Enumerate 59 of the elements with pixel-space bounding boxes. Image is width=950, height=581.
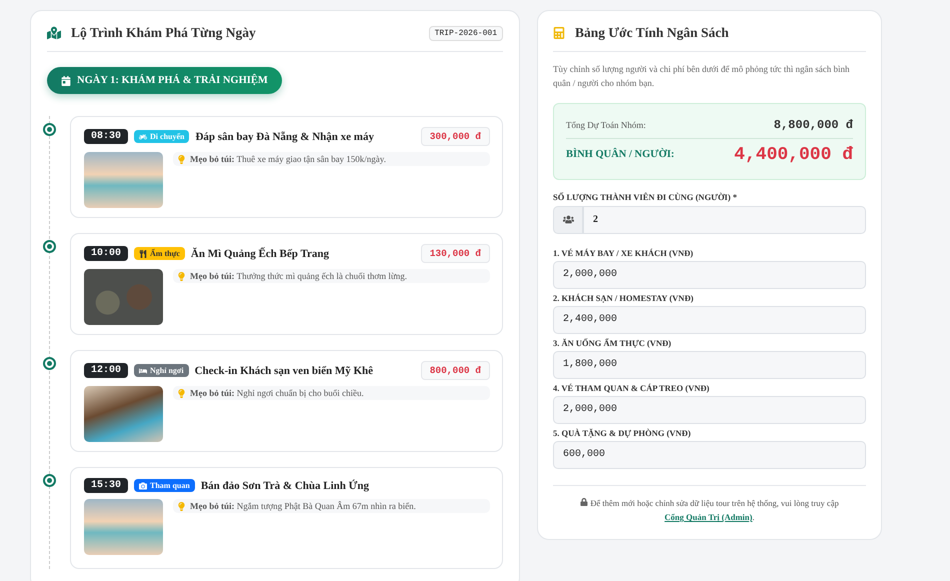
field-label: 4. VÉ THAM QUAN & CÁP TREO (VNĐ)	[553, 382, 710, 393]
day-label: NGÀY 1: KHÁM PHÁ & TRẢI NGHIỆM	[77, 75, 268, 86]
lightbulb-icon	[177, 388, 186, 398]
tip-text: Mẹo bỏ túi: Nghỉ ngơi chuẩn bị cho buổi chiều.	[190, 388, 364, 398]
activity-time: 08:30	[84, 129, 128, 144]
panel-title: Bảng Ước Tính Ngân Sách	[575, 25, 730, 41]
activity-price: 130,000 đ	[420, 244, 490, 263]
activity-price: 300,000 đ	[420, 127, 490, 146]
per-person-amount: 4,400,000 đ	[734, 144, 853, 165]
lightbulb-icon	[177, 154, 186, 164]
description: Tùy chỉnh số lượng người và chi phí bên dưới để mô phỏng tức thì ngân sách bình quân / người cho nhóm bạn.	[553, 63, 850, 90]
trip-code: TRIP-2026-001	[428, 26, 503, 40]
activity-time: 10:00	[84, 246, 128, 261]
field-label: 3. ĂN UỐNG ẨM THỰC (VNĐ)	[553, 338, 672, 348]
field-label: SỐ LƯỢNG THÀNH VIÊN ĐI CÙNG (NGƯỜI) *	[553, 192, 738, 202]
category-icon	[139, 482, 148, 490]
members-input[interactable]: 2	[583, 206, 866, 234]
tip-text: Mẹo bỏ túi: Thưởng thức mì quảng ếch là chuối thơm lừng.	[190, 271, 407, 281]
activity-time: 12:00	[84, 363, 128, 378]
timeline-dot	[43, 123, 56, 136]
map-icon	[47, 26, 61, 40]
activity-title: Bán đảo Sơn Trà & Chùa Linh Ứng	[200, 480, 370, 492]
calendar-icon	[61, 76, 71, 86]
category-icon	[139, 366, 148, 374]
timeline-dot	[43, 474, 56, 487]
category-icon	[139, 132, 148, 140]
total-label: Tổng Dự Toán Nhóm:	[566, 120, 646, 130]
cost-input[interactable]: 2,000,000	[553, 260, 866, 289]
admin-link[interactable]: Cổng Quản Trị (Admin)	[664, 512, 752, 522]
tip-text: Mẹo bỏ túi: Ngắm tượng Phật Bà Quan Âm 67m nhìn ra biển.	[190, 501, 416, 511]
category-tag: Tham quan	[134, 479, 195, 492]
cost-input[interactable]: 2,000,000	[553, 396, 866, 424]
lightbulb-icon	[177, 502, 186, 510]
activity-title: Ăn Mì Quảng Ếch Bếp Trang	[190, 248, 330, 260]
lightbulb-icon	[177, 272, 186, 280]
field-label: 1. VÉ MÁY BAY / XE KHÁCH (VNĐ)	[553, 248, 694, 258]
calculator-icon	[553, 27, 565, 39]
total-amount: 8,800,000 đ	[774, 118, 853, 132]
timeline-dot	[43, 357, 56, 370]
admin-note: Để thêm mới hoặc chỉnh sửa dữ liệu tour trên hệ thống, vui lòng truy cập Cổng Quản Trị (Admin).	[553, 484, 866, 525]
cost-input[interactable]: 2,400,000	[553, 306, 866, 334]
field-label: 5. QUÀ TẶNG & DỰ PHÒNG (VNĐ)	[553, 428, 692, 438]
category-tag: Ẩm thực	[134, 247, 185, 260]
category-icon	[139, 250, 148, 258]
activity-title: Check-in Khách sạn ven biển Mỹ Khê	[194, 364, 374, 376]
timeline-dot	[43, 240, 56, 253]
lock-icon	[580, 498, 588, 506]
cost-input[interactable]: 600,000	[553, 440, 866, 469]
per-person-label: BÌNH QUÂN / NGƯỜI:	[566, 149, 674, 160]
tip-text: Mẹo bỏ túi: Thuê xe máy giao tận sân bay 150k/ngày.	[190, 154, 386, 164]
activity-time: 15:30	[84, 478, 128, 493]
field-label: 2. KHÁCH SẠN / HOMESTAY (VNĐ)	[553, 292, 694, 303]
users-icon	[553, 206, 583, 234]
category-tag: Di chuyển	[134, 130, 190, 143]
activity-title: Đáp sân bay Đà Nẵng & Nhận xe máy	[195, 130, 375, 142]
activity-price: 800,000 đ	[420, 361, 490, 380]
category-tag: Nghỉ ngơi	[134, 364, 189, 377]
cost-input[interactable]: 1,800,000	[553, 350, 866, 379]
panel-title: Lộ Trình Khám Phá Từng Ngày	[71, 25, 257, 41]
